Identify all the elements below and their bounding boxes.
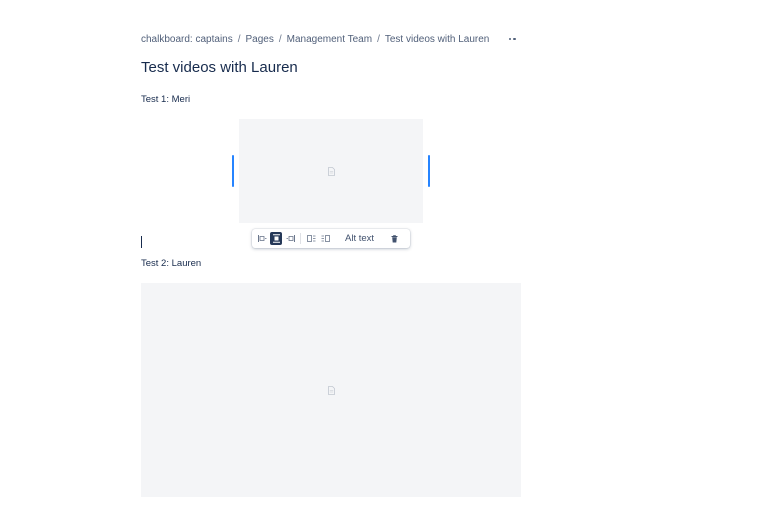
- align-right-icon: [286, 235, 295, 242]
- media-placeholder-1[interactable]: [239, 119, 423, 223]
- breadcrumb-separator: /: [278, 33, 282, 45]
- breadcrumb-item-space[interactable]: chalkboard: captains: [141, 34, 233, 45]
- align-left-icon: [257, 235, 266, 242]
- paragraph-test-1[interactable]: Test 1: Meri: [141, 94, 190, 105]
- wrap-left-icon: [306, 235, 315, 242]
- align-left-button[interactable]: [256, 232, 268, 245]
- align-center-icon: [272, 234, 280, 243]
- delete-media-button[interactable]: [388, 232, 400, 245]
- file-icon: [327, 166, 335, 176]
- breadcrumb-item-pages[interactable]: Pages: [246, 34, 274, 45]
- wrap-left-button[interactable]: [305, 232, 317, 245]
- breadcrumb: chalkboard: captains / Pages / Managemen…: [141, 33, 489, 45]
- resize-handle-left[interactable]: [232, 155, 234, 187]
- align-right-button[interactable]: [284, 232, 296, 245]
- breadcrumb-item-current-page[interactable]: Test videos with Lauren: [385, 34, 490, 45]
- toolbar-separator: [300, 233, 301, 244]
- page-title[interactable]: Test videos with Lauren: [141, 59, 298, 76]
- media-placeholder-2[interactable]: [141, 283, 521, 497]
- breadcrumb-separator: /: [377, 33, 380, 45]
- alt-text-button[interactable]: Alt text: [345, 233, 374, 244]
- wrap-right-button[interactable]: [319, 232, 331, 245]
- paragraph-test-2[interactable]: Test 2: Lauren: [141, 258, 201, 269]
- file-icon: [327, 385, 335, 395]
- breadcrumb-item-management-team[interactable]: Management Team: [287, 34, 372, 45]
- trash-icon: [391, 234, 398, 242]
- text-cursor: [141, 236, 142, 248]
- breadcrumb-separator: /: [237, 33, 241, 45]
- more-actions-button[interactable]: [505, 33, 519, 45]
- wrap-right-icon: [321, 235, 330, 242]
- align-center-button[interactable]: [270, 232, 282, 245]
- media-toolbar: Alt text: [252, 229, 410, 248]
- more-horizontal-icon-dot: [513, 37, 516, 41]
- more-horizontal-icon: [508, 37, 511, 41]
- resize-handle-right[interactable]: [428, 155, 430, 187]
